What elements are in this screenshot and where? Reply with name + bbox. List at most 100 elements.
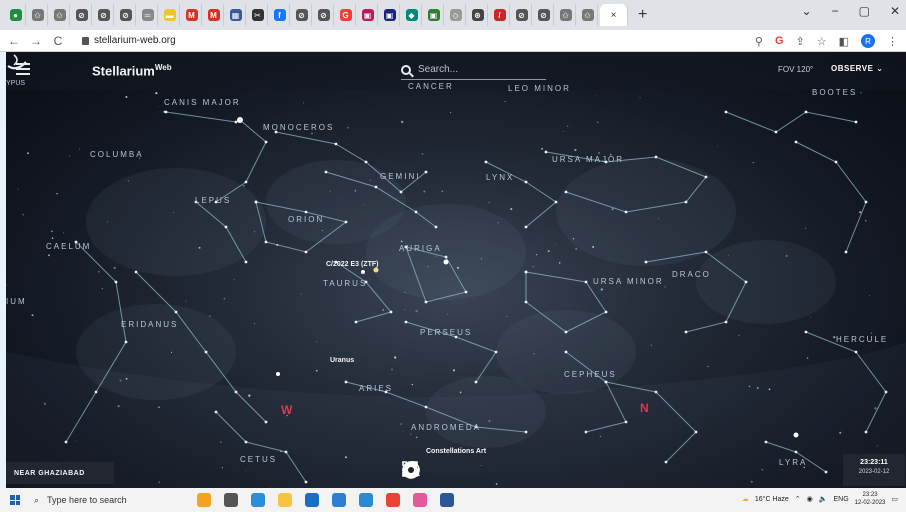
location-icon[interactable]: ⚲ [755, 35, 763, 48]
star[interactable] [564, 350, 568, 354]
star[interactable] [584, 280, 588, 284]
star[interactable] [544, 150, 548, 154]
tab-11[interactable]: ▦ [226, 4, 246, 26]
star[interactable] [264, 140, 268, 144]
star[interactable] [844, 250, 848, 254]
star[interactable] [374, 185, 378, 189]
bookmark-star-icon[interactable]: ☆ [817, 35, 827, 48]
bright-star[interactable] [276, 372, 280, 376]
tray-chevron-icon[interactable]: ⌃ [795, 495, 801, 503]
star[interactable] [744, 280, 748, 284]
star[interactable] [524, 270, 528, 274]
app-explorer-icon[interactable] [278, 493, 292, 507]
deep-sky-icon[interactable] [404, 460, 579, 482]
tab-7[interactable]: ═ [138, 4, 158, 26]
tab-20[interactable]: ▣ [424, 4, 444, 26]
google-extension-icon[interactable]: G [775, 35, 784, 47]
volume-icon[interactable]: 🔈 [819, 495, 828, 503]
app-chrome-2-icon[interactable] [386, 493, 400, 507]
bright-star[interactable] [361, 270, 365, 274]
tab-16[interactable]: G [336, 4, 356, 26]
reload-button[interactable]: C [50, 34, 66, 48]
star[interactable] [724, 320, 728, 324]
comet-marker[interactable] [373, 267, 379, 273]
minimize-button[interactable]: − [832, 4, 839, 18]
star[interactable] [344, 380, 348, 384]
equatorial-grid-icon[interactable] [402, 460, 553, 482]
star[interactable] [474, 380, 478, 384]
star[interactable] [234, 120, 238, 124]
tab-19[interactable]: ◆ [402, 4, 422, 26]
network-icon[interactable]: ◉ [807, 495, 813, 503]
star[interactable] [564, 190, 568, 194]
landscape-icon[interactable] [402, 460, 475, 482]
star[interactable] [399, 190, 403, 194]
star[interactable] [624, 210, 628, 214]
tab-1[interactable]: ● [6, 4, 26, 26]
bright-star[interactable] [443, 259, 449, 265]
star[interactable] [304, 210, 308, 214]
star[interactable] [414, 210, 418, 214]
star[interactable] [524, 300, 528, 304]
star[interactable] [854, 350, 858, 354]
taskbar-clock[interactable]: 23:23 12-02-2023 [855, 491, 886, 507]
app-chrome-1-icon[interactable] [359, 493, 373, 507]
tab-25[interactable]: ⊘ [534, 4, 554, 26]
star[interactable] [524, 225, 528, 229]
search-input[interactable] [418, 64, 528, 75]
star[interactable] [114, 280, 118, 284]
star[interactable] [494, 350, 498, 354]
star[interactable] [564, 330, 568, 334]
star[interactable] [804, 330, 808, 334]
star[interactable] [794, 140, 798, 144]
app-edge-icon[interactable] [251, 493, 265, 507]
star[interactable] [834, 160, 838, 164]
star[interactable] [854, 120, 858, 124]
star[interactable] [464, 290, 468, 294]
browser-menu-icon[interactable]: ⋮ [887, 35, 898, 48]
active-tab[interactable]: × [600, 4, 628, 26]
time-button[interactable]: 23:23:11 2023-02-12 [843, 454, 905, 486]
new-tab-button[interactable]: + [638, 6, 647, 24]
star[interactable] [304, 250, 308, 254]
star[interactable] [134, 270, 138, 274]
label-comet-ztf[interactable]: C/2022 E3 (ZTF) [326, 261, 379, 268]
forward-button[interactable]: → [28, 34, 44, 48]
share-icon[interactable]: ⇪ [796, 35, 805, 48]
star[interactable] [324, 170, 328, 174]
location-button[interactable]: NEAR GHAZIABAD [6, 462, 114, 484]
profile-avatar[interactable]: R [861, 34, 875, 48]
star[interactable] [389, 310, 393, 314]
star[interactable] [704, 250, 708, 254]
star[interactable] [444, 255, 448, 259]
star[interactable] [204, 350, 208, 354]
tab-18[interactable]: ▣ [380, 4, 400, 26]
observe-button[interactable]: OBSERVE ⌄ [831, 64, 883, 73]
star[interactable] [404, 320, 408, 324]
star[interactable] [484, 160, 488, 164]
star[interactable] [344, 220, 348, 224]
star[interactable] [554, 200, 558, 204]
star[interactable] [684, 200, 688, 204]
tab-24[interactable]: ⊘ [512, 4, 532, 26]
weather-text[interactable]: 16°C Haze [755, 496, 789, 503]
tab-5[interactable]: ⊘ [94, 4, 114, 26]
azimuthal-grid-icon[interactable] [402, 460, 527, 482]
star[interactable] [364, 160, 368, 164]
star[interactable] [174, 310, 178, 314]
star[interactable] [524, 180, 528, 184]
star[interactable] [434, 225, 438, 229]
search-box[interactable] [401, 60, 546, 80]
star[interactable] [254, 200, 258, 204]
star[interactable] [424, 300, 428, 304]
windows-start-icon[interactable] [10, 495, 20, 505]
app-store-icon[interactable] [305, 493, 319, 507]
maximize-button[interactable]: ▢ [859, 4, 870, 18]
star[interactable] [804, 110, 808, 114]
tab-search-button[interactable]: ⌄ [802, 4, 812, 18]
star[interactable] [354, 320, 358, 324]
night-mode-icon[interactable] [402, 460, 605, 482]
url-field[interactable]: stellarium-web.org [82, 35, 176, 46]
tab-9[interactable]: M [182, 4, 202, 26]
star[interactable] [224, 225, 228, 229]
